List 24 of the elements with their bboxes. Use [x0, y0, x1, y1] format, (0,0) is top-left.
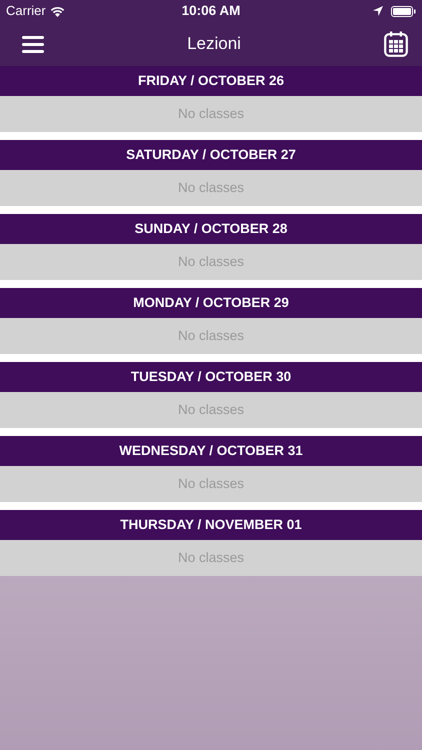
empty-day-message: No classes: [0, 318, 422, 354]
calendar-button[interactable]: [384, 31, 408, 57]
calendar-icon: [384, 31, 408, 57]
clock-time: 10:06 AM: [182, 2, 240, 20]
menu-icon: [22, 36, 44, 52]
day-header: SATURDAY / OCTOBER 27: [0, 140, 422, 170]
empty-day-message: No classes: [0, 170, 422, 206]
empty-day-message: No classes: [0, 540, 422, 576]
battery-icon: [391, 6, 416, 16]
empty-day-message: No classes: [0, 96, 422, 132]
location-arrow-icon: [373, 6, 383, 16]
day-header: SUNDAY / OCTOBER 28: [0, 214, 422, 244]
day-header: WEDNESDAY / OCTOBER 31: [0, 436, 422, 466]
menu-button[interactable]: [22, 36, 44, 52]
empty-day-message: No classes: [0, 244, 422, 280]
carrier-label: Carrier: [6, 2, 46, 20]
empty-day-message: No classes: [0, 392, 422, 428]
day-header: FRIDAY / OCTOBER 26: [0, 66, 422, 96]
screen-title: Lezioni: [187, 33, 241, 56]
day-header: THURSDAY / NOVEMBER 01: [0, 510, 422, 540]
empty-day-message: No classes: [0, 466, 422, 502]
wifi-icon: [50, 6, 65, 16]
day-header: TUESDAY / OCTOBER 30: [0, 362, 422, 392]
day-header: MONDAY / OCTOBER 29: [0, 288, 422, 318]
